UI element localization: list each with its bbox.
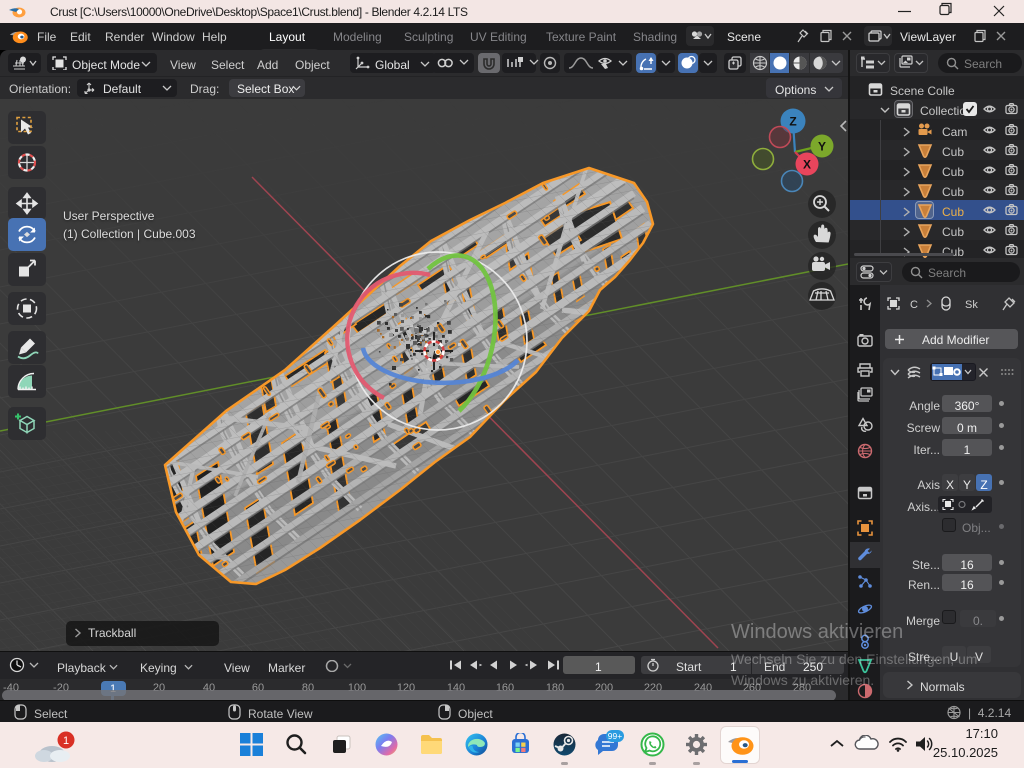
- svg-text:Y: Y: [818, 140, 826, 154]
- svg-text:Sk: Sk: [965, 299, 978, 311]
- svg-text:Z: Z: [789, 115, 796, 129]
- svg-text:X: X: [803, 158, 811, 172]
- svg-text:99+: 99+: [608, 731, 622, 741]
- svg-text:1: 1: [63, 735, 69, 747]
- svg-text:C: C: [910, 299, 918, 311]
